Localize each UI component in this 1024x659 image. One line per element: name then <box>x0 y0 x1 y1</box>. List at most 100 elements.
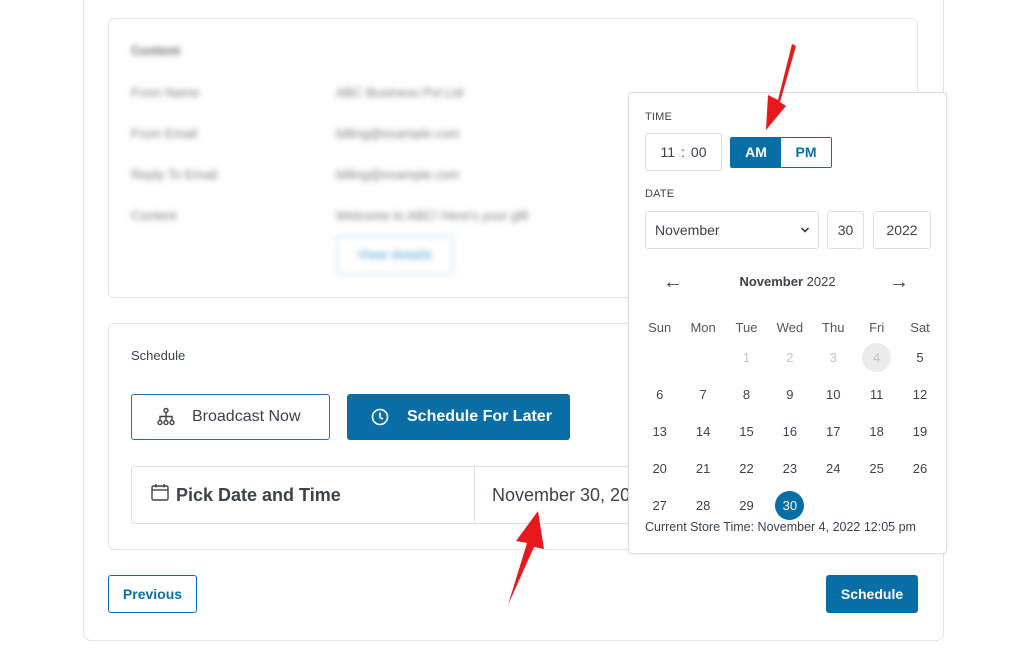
calendar-week-row: 13 14 15 16 17 18 19 <box>638 413 942 450</box>
calendar-day[interactable]: 22 <box>732 454 761 483</box>
next-month-arrow-icon[interactable]: → <box>889 269 909 295</box>
calendar-cell: 6 <box>638 376 681 413</box>
calendar-cell: 14 <box>681 413 724 450</box>
calendar-day[interactable]: 19 <box>906 417 935 446</box>
calendar-day[interactable]: 27 <box>645 491 674 520</box>
sitemap-icon <box>157 407 175 426</box>
calendar-cell: 29 <box>725 487 768 524</box>
calendar-cell: 28 <box>681 487 724 524</box>
month-select[interactable]: November <box>645 211 819 249</box>
view-details-button[interactable]: View details <box>336 235 454 275</box>
calendar-cell: 11 <box>855 376 898 413</box>
calendar-day[interactable]: 25 <box>862 454 891 483</box>
calendar-day[interactable]: 6 <box>645 380 674 409</box>
calendar-week-row: 27 28 29 30 <box>638 487 942 524</box>
calendar-cell: 26 <box>898 450 941 487</box>
schedule-for-later-button[interactable]: Schedule For Later <box>347 394 570 440</box>
calendar-day-selected[interactable]: 30 <box>775 491 805 520</box>
calendar-cell: 30 <box>768 487 811 524</box>
details-row: Content Welcome to ABC! Here's your gift <box>131 208 631 228</box>
calendar-day[interactable]: 9 <box>775 380 804 409</box>
weekday-header-row: Sun Mon Tue Wed Thu Fri Sat <box>638 315 942 339</box>
calendar-day[interactable]: 7 <box>689 380 718 409</box>
calendar-day[interactable]: 23 <box>775 454 804 483</box>
calendar-day[interactable]: 13 <box>645 417 674 446</box>
weekday-label: Fri <box>869 319 885 335</box>
details-row-label: From Email <box>131 126 198 141</box>
calendar-day[interactable]: 16 <box>775 417 804 446</box>
pm-button[interactable]: PM <box>781 138 831 167</box>
calendar-day[interactable]: 24 <box>819 454 848 483</box>
details-row-label: Reply To Email <box>131 167 218 182</box>
calendar-day[interactable]: 20 <box>645 454 674 483</box>
calendar-day[interactable]: 15 <box>732 417 761 446</box>
calendar-day[interactable]: 18 <box>862 417 891 446</box>
weekday-label: Wed <box>776 319 804 335</box>
am-pm-toggle: AM PM <box>730 137 832 168</box>
calendar-week-row: 1 2 3 45 <box>638 339 942 376</box>
calendar-cell: 9 <box>768 376 811 413</box>
schedule-for-later-label: Schedule For Later <box>407 408 552 425</box>
details-row-value: billing@example.com <box>336 126 460 141</box>
year-input[interactable]: 2022 <box>873 211 931 249</box>
details-row: From Name ABC Business Pvt Ltd <box>131 85 631 105</box>
calendar-day[interactable]: 5 <box>906 343 935 372</box>
calendar-icon <box>151 484 169 501</box>
broadcast-now-button[interactable]: Broadcast Now <box>131 394 330 440</box>
day-input[interactable]: 30 <box>827 211 864 249</box>
calendar-cell: 7 <box>681 376 724 413</box>
calendar-day[interactable]: 21 <box>689 454 718 483</box>
pick-date-time-text: Pick Date and Time <box>176 484 341 505</box>
chevron-down-icon <box>800 212 810 263</box>
calendar-day[interactable]: 12 <box>906 380 935 409</box>
schedule-button[interactable]: Schedule <box>826 575 918 613</box>
details-title: Content <box>131 43 181 58</box>
details-row-value: Welcome to ABC! Here's your gift <box>336 208 529 223</box>
calendar-day[interactable]: 14 <box>689 417 718 446</box>
calendar-day[interactable]: 28 <box>689 491 718 520</box>
calendar-day[interactable]: 11 <box>862 380 891 409</box>
calendar-cell: 5 <box>898 339 941 376</box>
calendar-day: 4 <box>862 343 892 372</box>
weekday-label: Mon <box>690 319 716 335</box>
calendar-month: November <box>739 274 804 289</box>
minute-input[interactable]: 00 <box>688 144 710 160</box>
calendar-day[interactable]: 17 <box>819 417 848 446</box>
calendar-cell: 24 <box>812 450 855 487</box>
details-row: Reply To Email billing@example.com <box>131 167 631 187</box>
time-input[interactable]: 11 : 00 <box>645 133 722 171</box>
calendar-cell: 15 <box>725 413 768 450</box>
calendar-week-row: 6 7 8 9 10 11 12 <box>638 376 942 413</box>
date-time-picker: TIME 11 : 00 AM PM DATE November 30 2022… <box>628 92 947 554</box>
details-row-value: billing@example.com <box>336 167 460 182</box>
weekday-label: Tue <box>735 319 758 335</box>
calendar-cell: 2 <box>768 339 811 376</box>
details-row: From Email billing@example.com <box>131 126 631 146</box>
broadcast-now-label: Broadcast Now <box>192 408 301 425</box>
weekday-label: Thu <box>822 319 845 335</box>
calendar-day[interactable]: 10 <box>819 380 848 409</box>
calendar-grid: Sun Mon Tue Wed Thu Fri Sat 1 2 3 4 5 6 7 8 9 10 11 12 13 14… <box>638 315 942 524</box>
calendar-cell: 23 <box>768 450 811 487</box>
calendar-cell: 16 <box>768 413 811 450</box>
calendar-day[interactable]: 8 <box>732 380 761 409</box>
month-select-value: November <box>655 222 720 238</box>
calendar-cell: 1 <box>725 339 768 376</box>
pick-date-time-label: Pick Date and Time <box>150 467 341 523</box>
calendar-cell: 8 <box>725 376 768 413</box>
schedule-heading: Schedule <box>131 348 186 363</box>
hour-input[interactable]: 11 <box>657 144 678 160</box>
calendar-cell: 19 <box>898 413 941 450</box>
weekday-label: Sun <box>648 319 672 335</box>
previous-button[interactable]: Previous <box>108 575 197 613</box>
am-button[interactable]: AM <box>731 138 781 167</box>
calendar-day[interactable]: 26 <box>906 454 935 483</box>
time-separator: : <box>681 144 685 160</box>
calendar-cell: 17 <box>812 413 855 450</box>
calendar-cell <box>812 487 855 524</box>
calendar-day: 2 <box>786 350 794 365</box>
calendar-cell: 21 <box>681 450 724 487</box>
calendar-day[interactable]: 29 <box>732 491 761 520</box>
calendar-year: 2022 <box>806 274 836 289</box>
weekday-label: Sat <box>910 319 930 335</box>
